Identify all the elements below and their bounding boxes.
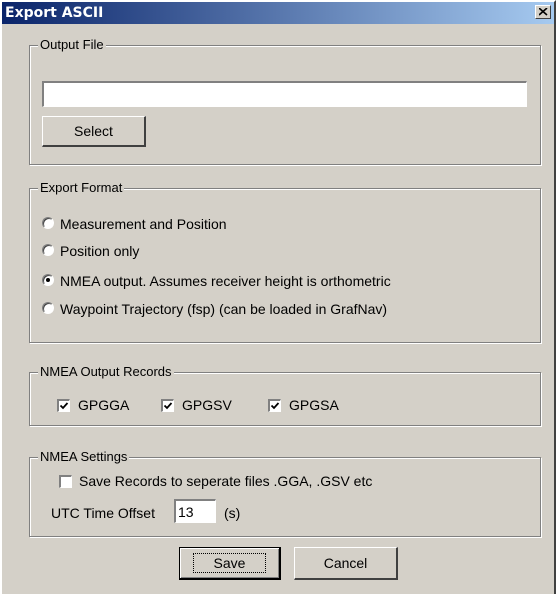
export-format-group: Export Format Measurement and Position P… bbox=[29, 180, 541, 343]
radio-button[interactable] bbox=[42, 244, 54, 256]
checkmark-icon bbox=[59, 402, 69, 410]
checkmark-icon bbox=[163, 402, 173, 410]
save-button-label: Save bbox=[192, 553, 267, 573]
gpgsa-label: GPGSA bbox=[289, 397, 339, 413]
radio-label: NMEA output. Assumes receiver height is … bbox=[60, 273, 391, 289]
close-button[interactable] bbox=[535, 5, 551, 19]
radio-button-selected[interactable] bbox=[42, 274, 54, 286]
export-ascii-dialog: Export ASCII Output File Select Export F… bbox=[0, 0, 556, 594]
close-icon bbox=[539, 8, 548, 16]
gpgga-label: GPGGA bbox=[78, 397, 130, 413]
utc-offset-input[interactable] bbox=[174, 499, 216, 523]
export-format-legend: Export Format bbox=[38, 180, 125, 196]
nmea-settings-group: NMEA Settings Save Records to seperate f… bbox=[29, 449, 541, 537]
nmea-output-records-group: NMEA Output Records GPGGA GPGSV GPGSA bbox=[29, 364, 541, 426]
output-file-legend: Output File bbox=[38, 37, 106, 53]
output-file-path-input[interactable] bbox=[42, 81, 527, 107]
radio-label: Waypoint Trajectory (fsp) (can be loaded… bbox=[60, 301, 388, 317]
utc-offset-label: UTC Time Offset bbox=[51, 505, 155, 521]
cancel-button[interactable]: Cancel bbox=[294, 547, 398, 580]
radio-label: Measurement and Position bbox=[60, 216, 227, 232]
checkmark-icon bbox=[270, 402, 280, 410]
gpgga-checkbox[interactable] bbox=[57, 399, 70, 412]
nmea-output-records-legend: NMEA Output Records bbox=[38, 364, 174, 380]
gpgsv-label: GPGSV bbox=[182, 397, 232, 413]
radio-button[interactable] bbox=[42, 302, 54, 314]
radio-button[interactable] bbox=[42, 217, 54, 229]
save-button[interactable]: Save bbox=[179, 547, 281, 580]
gpgsa-checkbox[interactable] bbox=[268, 399, 281, 412]
gpgsv-checkbox[interactable] bbox=[161, 399, 174, 412]
radio-label: Position only bbox=[60, 243, 140, 259]
separate-files-checkbox[interactable] bbox=[59, 475, 72, 488]
select-button[interactable]: Select bbox=[42, 116, 146, 147]
radio-selected-dot bbox=[46, 278, 50, 282]
title-bar[interactable]: Export ASCII bbox=[2, 2, 554, 24]
window-title: Export ASCII bbox=[5, 5, 104, 21]
separate-files-label: Save Records to seperate files .GGA, .GS… bbox=[79, 473, 373, 489]
nmea-settings-legend: NMEA Settings bbox=[38, 449, 130, 465]
utc-offset-unit: (s) bbox=[224, 505, 241, 521]
output-file-group: Output File Select bbox=[29, 37, 541, 165]
